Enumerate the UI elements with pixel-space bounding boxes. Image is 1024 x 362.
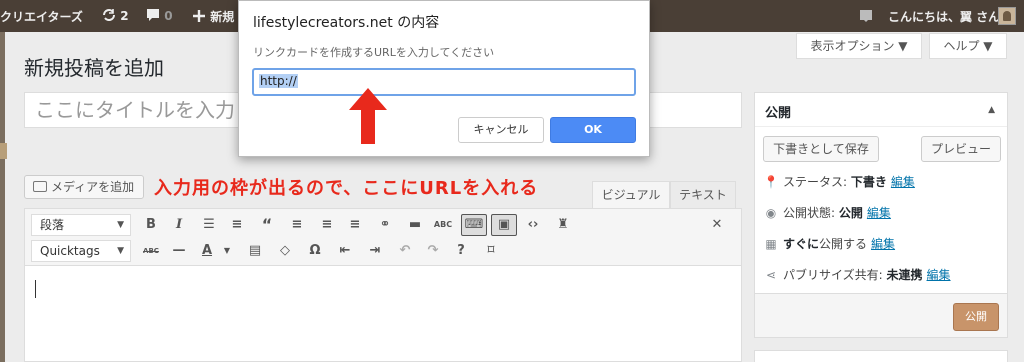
quicktags-select[interactable]: Quicktags ▼ [31,240,131,262]
schedule-edit-link[interactable]: 編集 [871,237,895,251]
publicize-row: ⋖ パブリサイズ共有: 未連携 編集 [763,266,951,283]
spellcheck-icon[interactable]: ABC [433,215,453,235]
site-name-link[interactable]: クリエイターズ [0,8,83,25]
publicize-value: 未連携 [886,268,923,282]
comments-count: 0 [164,9,173,23]
url-input[interactable]: http:// [252,68,636,96]
chevron-down-icon: ▼ [117,220,124,230]
preview-button[interactable]: プレビュー [921,136,1001,162]
new-label: 新規 [210,10,235,24]
status-edit-link[interactable]: 編集 [891,175,915,189]
add-media-label: メディアを追加 [51,180,135,194]
eye-icon: ◉ [765,206,777,220]
clear-formatting-icon[interactable]: ◇ [275,241,295,261]
comment-icon [147,9,159,21]
visibility-edit-link[interactable]: 編集 [867,206,891,220]
bookmark-icon[interactable]: ⌑ [481,241,501,261]
left-sidebar-edge [0,0,5,362]
help-icon[interactable]: ? [451,241,471,261]
status-value: 下書き [850,175,887,189]
screen-options-button[interactable]: 表示オプション ▼ [796,33,922,59]
visibility-row: ◉ 公開状態: 公開 編集 [763,204,891,221]
comments-link[interactable]: 0 [146,8,173,23]
refresh-icon [103,9,115,21]
horizontal-line-icon[interactable]: — [169,241,189,261]
add-media-button[interactable]: メディアを追加 [24,175,144,199]
publish-box-header[interactable]: 公開 ▲ [755,93,1007,127]
text-color-icon[interactable]: A [197,241,217,261]
collapse-icon[interactable]: ▲ [988,105,995,115]
publish-box: 公開 ▲ 下書きとして保存 プレビュー 📍 ステータス: 下書き 編集 ◉ 公開状態:… [754,92,1008,338]
save-draft-button[interactable]: 下書きとして保存 [763,136,879,162]
quicktags-select-value: Quicktags [40,244,100,258]
linkcard-icon[interactable]: ▣ [491,214,517,236]
schedule-immediately: すぐに [783,237,820,251]
outdent-icon[interactable]: ⇤ [335,241,355,261]
page-title: 新規投稿を追加 [24,56,164,80]
chevron-down-icon: ▼ [117,246,124,256]
publish-button[interactable]: 公開 [953,303,999,331]
updates-link[interactable]: 2 [102,8,129,23]
keyboard-icon[interactable]: ⌨ [461,214,487,236]
read-more-icon[interactable]: ▬ [405,215,425,235]
format-select-value: 段落 [40,218,65,232]
fullscreen-icon[interactable]: ✕ [707,215,727,235]
undo-icon[interactable]: ↶ [395,241,415,261]
schedule-row: ▦ すぐに公開する 編集 [763,235,895,252]
publish-heading: 公開 [765,106,792,121]
code-icon[interactable]: ‹› [523,215,543,235]
link-icon[interactable]: ⚭ [375,215,395,235]
bold-icon[interactable]: B [141,215,161,235]
publicize-edit-link[interactable]: 編集 [927,268,951,282]
pin-icon: 📍 [763,175,779,189]
italic-icon[interactable]: I [169,215,189,235]
dialog-title: lifestylecreators.net の内容 [253,15,440,31]
bullet-list-icon[interactable]: ☰ [199,215,219,235]
avatar[interactable] [998,7,1016,25]
user-greeting[interactable]: こんにちは、翼 さん [888,8,1000,25]
redo-icon[interactable]: ↷ [423,241,443,261]
chevron-down-icon[interactable]: ▼ [217,241,237,261]
format-select[interactable]: 段落 ▼ [31,214,131,236]
special-character-icon[interactable]: Ω [305,241,325,261]
notification-icon[interactable] [859,9,873,23]
updates-count: 2 [120,9,129,23]
url-prompt-dialog: lifestylecreators.net の内容 リンクカードを作成するURL… [238,0,650,157]
next-metabox [754,350,1008,362]
red-annotation-text: 入力用の枠が出るので、ここにURLを入れる [154,178,539,199]
calendar-icon: ▦ [765,237,777,251]
url-input-value: http:// [259,74,298,88]
tab-visual[interactable]: ビジュアル [592,181,670,209]
align-left-icon[interactable]: ≡ [287,215,307,235]
publish-box-footer: 公開 [755,293,1007,337]
strikethrough-icon[interactable]: ABC [141,241,161,261]
text-caret [35,280,36,298]
ok-button[interactable]: OK [550,117,636,143]
share-icon: ⋖ [765,268,777,282]
indent-icon[interactable]: ⇥ [365,241,385,261]
help-button[interactable]: ヘルプ ▼ [929,33,1007,59]
blockquote-icon[interactable]: “ [257,215,277,235]
dialog-message: リンクカードを作成するURLを入力してください [253,46,495,59]
plus-icon [193,10,205,22]
align-center-icon[interactable]: ≡ [317,215,337,235]
incognito-icon[interactable]: ♜ [553,215,573,235]
new-content-link[interactable]: 新規 [192,8,234,25]
paste-text-icon[interactable]: ▤ [245,241,265,261]
editor-toolbar: 段落 ▼ B I ☰ ≡ “ ≡ ≡ ≡ ⚭ ▬ ABC ⌨ ▣ ‹› ♜ ✕ Q… [24,208,742,266]
numbered-list-icon[interactable]: ≡ [227,215,247,235]
media-icon [33,181,47,192]
editor-content-area[interactable] [24,266,742,362]
cancel-button[interactable]: キャンセル [458,117,544,143]
status-row: 📍 ステータス: 下書き 編集 [763,175,915,189]
visibility-value: 公開 [838,206,863,220]
tab-text[interactable]: テキスト [670,181,736,209]
sidebar-notch [0,143,7,159]
red-arrow-icon [349,88,387,144]
align-right-icon[interactable]: ≡ [345,215,365,235]
